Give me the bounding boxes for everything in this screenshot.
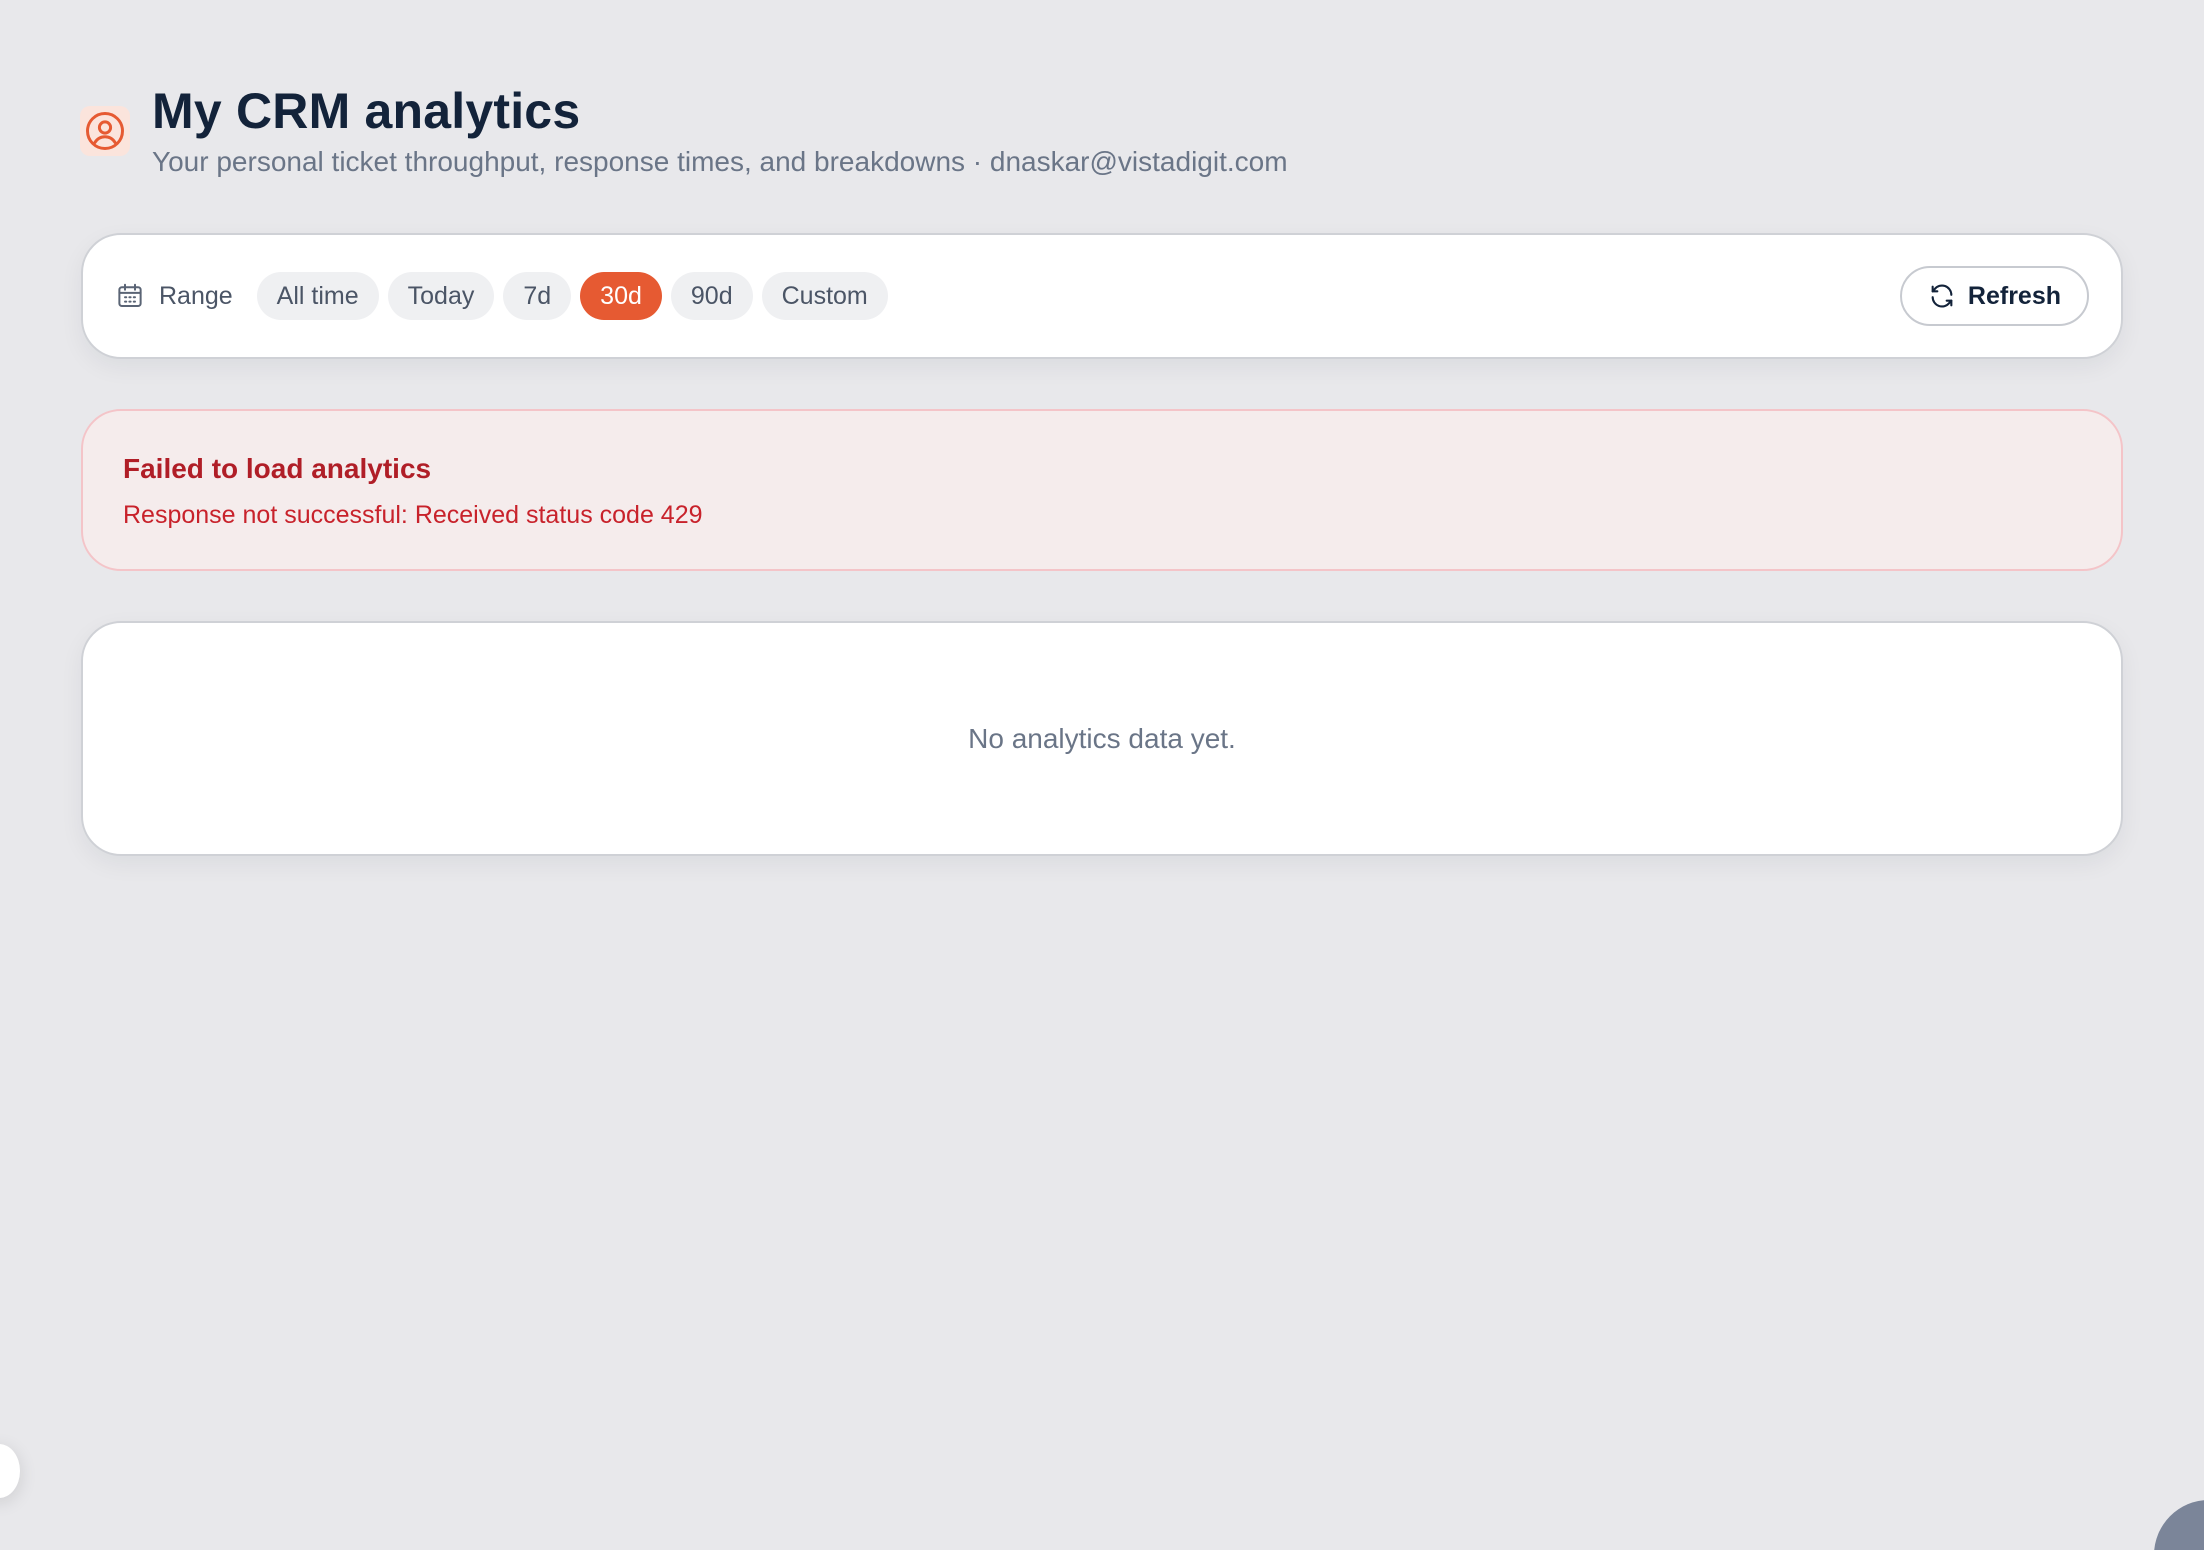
range-chips: All time Today 7d 30d 90d Custom [256,272,888,320]
range-chip-custom[interactable]: Custom [761,272,888,320]
refresh-icon [1931,284,1953,308]
range-chip-90d[interactable]: 90d [670,272,753,320]
range-chip-all-time[interactable]: All time [256,272,379,320]
error-message: Response not successful: Received status… [123,501,703,529]
refresh-button-label: Refresh [1967,281,2061,310]
range-chip-30d[interactable]: 30d [580,272,662,320]
range-label: Range [115,281,233,311]
range-chip-7d[interactable]: 7d [503,272,572,320]
header-text: My CRM analytics Your personal ticket th… [152,80,1288,178]
range-chip-today[interactable]: Today [387,272,495,320]
floating-handle[interactable] [0,1444,20,1498]
user-circle-icon [80,106,130,156]
page-subtitle: Your personal ticket throughput, respons… [152,146,1288,177]
range-label-text: Range [159,281,233,310]
calendar-icon [118,283,142,307]
error-alert: Failed to load analytics Response not su… [81,409,2123,571]
analytics-empty-state: No analytics data yet. [81,621,2123,856]
analytics-page: My CRM analytics Your personal ticket th… [0,0,2204,1550]
page-header: My CRM analytics Your personal ticket th… [80,80,1288,178]
page-title: My CRM analytics [152,83,581,139]
empty-state-message: No analytics data yet. [968,722,1236,754]
range-toolbar: Range All time Today 7d 30d 90d Custom R… [81,233,2123,359]
corner-decoration [2154,1500,2204,1550]
error-title: Failed to load analytics [123,453,432,484]
refresh-button[interactable]: Refresh [1899,266,2089,326]
